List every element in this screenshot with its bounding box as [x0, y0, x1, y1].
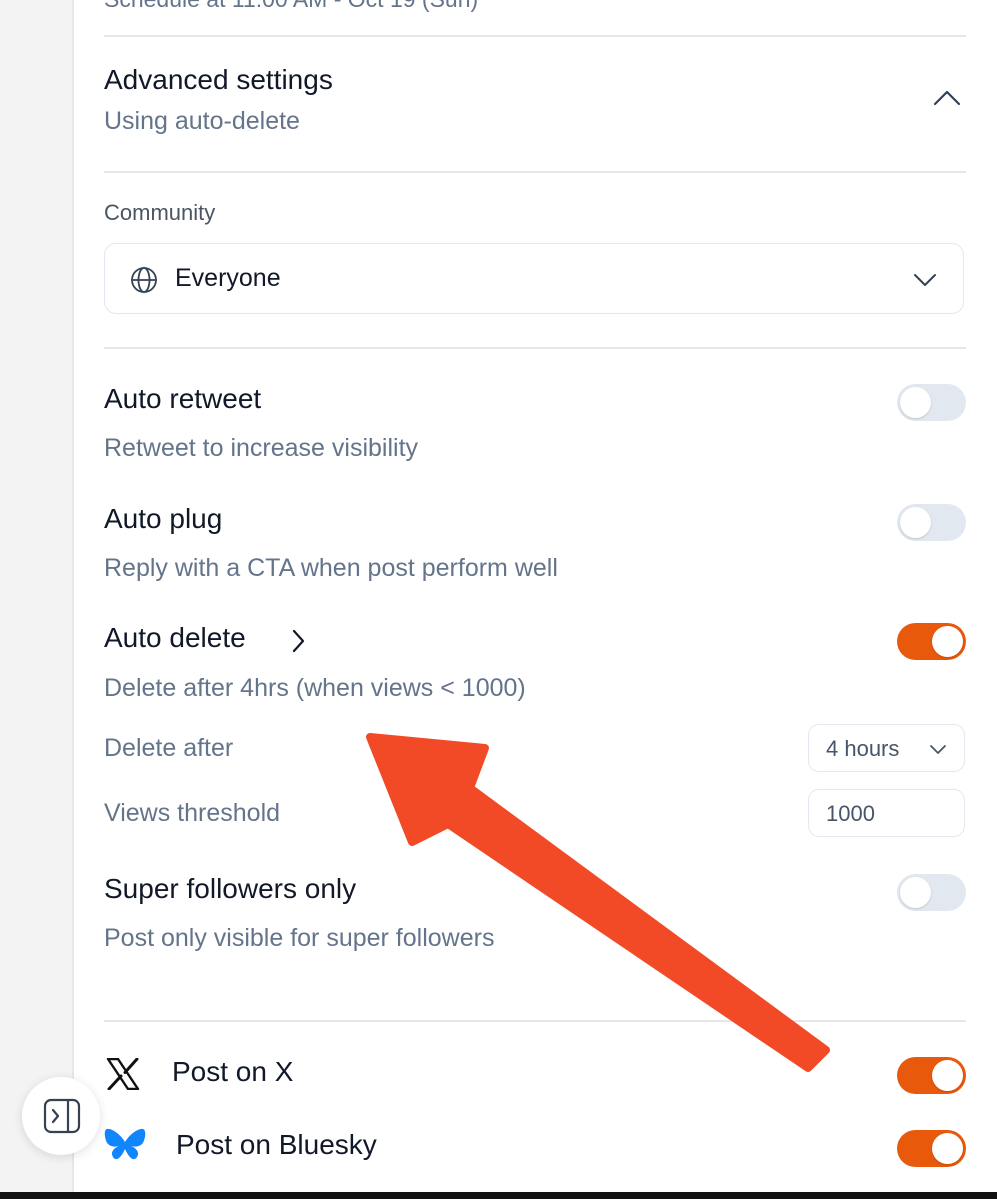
- auto-plug-toggle[interactable]: [897, 504, 966, 541]
- post-on-x-label: Post on X: [172, 1056, 294, 1087]
- divider: [104, 171, 966, 173]
- toggle-knob: [900, 877, 931, 908]
- post-on-x-toggle[interactable]: [897, 1057, 966, 1094]
- chevron-right-icon: [292, 629, 305, 653]
- auto-delete-settings-link[interactable]: Auto delete: [104, 620, 324, 660]
- toggle-knob: [932, 1060, 963, 1091]
- globe-icon: [131, 267, 157, 293]
- chevron-down-icon: [930, 745, 946, 754]
- divider: [104, 347, 966, 349]
- post-on-bluesky-toggle[interactable]: [897, 1130, 966, 1167]
- toggle-knob: [932, 1133, 963, 1164]
- delete-after-label: Delete after: [104, 734, 234, 762]
- auto-plug-title: Auto plug: [104, 503, 223, 534]
- toggle-knob: [932, 626, 963, 657]
- delete-after-select[interactable]: 4 hours: [808, 724, 965, 772]
- divider: [104, 1020, 966, 1022]
- community-select[interactable]: Everyone: [104, 243, 964, 314]
- advanced-settings-title: Advanced settings: [104, 64, 333, 95]
- auto-retweet-title: Auto retweet: [104, 383, 262, 414]
- super-followers-toggle[interactable]: [897, 874, 966, 911]
- divider: [104, 35, 966, 37]
- vertical-divider: [72, 0, 74, 1199]
- toggle-knob: [900, 387, 931, 418]
- views-threshold-label: Views threshold: [104, 799, 281, 827]
- views-threshold-value: 1000: [826, 801, 875, 826]
- delete-after-value: 4 hours: [826, 736, 900, 761]
- community-select-value: Everyone: [175, 264, 281, 292]
- toggle-knob: [900, 507, 931, 538]
- auto-retweet-toggle[interactable]: [897, 384, 966, 421]
- auto-retweet-description: Retweet to increase visibility: [104, 434, 419, 462]
- super-followers-title: Super followers only: [104, 873, 357, 904]
- schedule-text: Schedule at 11:00 AM - Oct 19 (Sun): [104, 0, 478, 13]
- views-threshold-input[interactable]: 1000: [808, 789, 965, 837]
- chevron-down-icon: [914, 274, 936, 286]
- auto-delete-title: Auto delete: [104, 622, 246, 653]
- post-on-bluesky-label: Post on Bluesky: [176, 1129, 377, 1160]
- advanced-settings-subtitle: Using auto-delete: [104, 107, 300, 135]
- left-panel-background: [0, 0, 72, 1199]
- chevron-up-icon[interactable]: [932, 88, 962, 108]
- super-followers-description: Post only visible for super followers: [104, 924, 495, 952]
- bluesky-butterfly-icon: [104, 1128, 146, 1160]
- sidebar-panel-icon: [43, 1098, 81, 1134]
- community-label: Community: [104, 200, 216, 225]
- auto-delete-toggle[interactable]: [897, 623, 966, 660]
- auto-delete-description: Delete after 4hrs (when views < 1000): [104, 674, 526, 702]
- auto-plug-description: Reply with a CTA when post perform well: [104, 554, 558, 582]
- x-logo-icon: [106, 1058, 140, 1090]
- advanced-settings-header[interactable]: Advanced settings Using auto-delete: [104, 50, 966, 160]
- bottom-edge: [0, 1192, 997, 1199]
- sidebar-toggle-button[interactable]: [22, 1077, 100, 1155]
